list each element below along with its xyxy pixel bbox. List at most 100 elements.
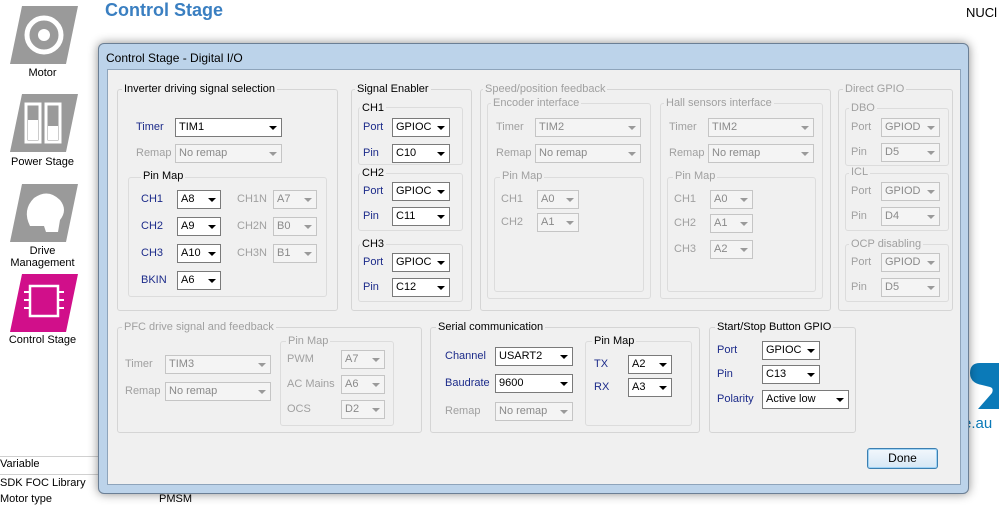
app-corner-text: NUCl — [966, 5, 998, 20]
hall-remap-select[interactable]: No remap — [708, 144, 814, 163]
inverter-ch2n-select[interactable]: B0 — [273, 217, 317, 236]
bkin-label: BKIN — [141, 274, 167, 286]
icl-port-select[interactable]: GPIOD — [881, 182, 940, 201]
dbo-pin-select[interactable]: D5 — [881, 143, 940, 162]
chevron-down-icon — [560, 382, 568, 386]
group-title: PFC drive signal and feedback — [122, 321, 276, 333]
hall-ch1-select[interactable]: A0 — [710, 190, 753, 209]
ch2-label: CH2 — [501, 216, 524, 228]
port-label: Port — [851, 185, 872, 197]
group-title: OCP disabling — [849, 238, 924, 250]
group-title: Start/Stop Button GPIO — [715, 321, 834, 333]
chevron-down-icon — [927, 286, 935, 290]
remap-label: Remap — [445, 405, 481, 417]
dbo-port-select[interactable]: GPIOD — [881, 118, 940, 137]
encoder-remap-select[interactable]: No remap — [535, 144, 641, 163]
inverter-ch3n-select[interactable]: B1 — [273, 244, 317, 263]
se-ch2-pin-select[interactable]: C11 — [392, 207, 450, 226]
pfc-remap-select[interactable]: No remap — [165, 382, 271, 401]
ocp-port-select[interactable]: GPIOD — [881, 253, 940, 272]
group-title: DBO — [849, 102, 877, 114]
pfc-pwm-select[interactable]: A7 — [341, 350, 385, 369]
chevron-down-icon — [927, 151, 935, 155]
channel-label: Channel — [445, 350, 486, 362]
port-label: Port — [363, 185, 384, 197]
inverter-ch2-select[interactable]: A9 — [177, 217, 221, 236]
hall-ch3-select[interactable]: A2 — [710, 240, 753, 259]
sidebar-item-control-stage[interactable]: Control Stage — [0, 268, 90, 350]
group-title: Signal Enabler — [355, 83, 431, 95]
sidebar-item-power-stage[interactable]: Power Stage — [0, 90, 90, 170]
chevron-down-icon — [437, 286, 445, 290]
chevron-down-icon — [659, 386, 667, 390]
power-stage-icon — [10, 94, 78, 152]
sidebar-item-label: Motor — [28, 67, 57, 79]
group-title: Speed/position feedback — [483, 83, 608, 95]
timer-label: Timer — [496, 121, 524, 133]
startstop-pin-select[interactable]: C13 — [762, 365, 820, 384]
serial-baudrate-select[interactable]: 9600 — [495, 374, 573, 393]
pin-label: Pin — [851, 281, 867, 293]
inverter-ch1n-select[interactable]: A7 — [273, 190, 317, 209]
se-ch3-pin-select[interactable]: C12 — [392, 278, 450, 297]
group-title: CH2 — [360, 167, 387, 179]
table-cell: PMSM — [159, 493, 192, 505]
chevron-down-icon — [628, 152, 636, 156]
serial-channel-select[interactable]: USART2 — [495, 347, 573, 366]
ch2-label: CH2 — [674, 217, 697, 229]
inverter-ch1-select[interactable]: A8 — [177, 190, 221, 209]
remap-label: Remap — [496, 147, 532, 159]
inverter-remap-select[interactable]: No remap — [175, 144, 282, 163]
chevron-down-icon — [566, 221, 574, 225]
pfc-acmains-select[interactable]: A6 — [341, 375, 385, 394]
inverter-timer-select[interactable]: TIM1 — [175, 118, 282, 137]
icl-pin-select[interactable]: D4 — [881, 207, 940, 226]
chevron-down-icon — [208, 252, 216, 256]
chevron-down-icon — [628, 126, 636, 130]
hall-timer-select[interactable]: TIM2 — [708, 118, 814, 137]
group-title: Direct GPIO — [843, 83, 907, 95]
chip-icon — [10, 274, 78, 332]
serial-remap-select[interactable]: No remap — [495, 402, 573, 421]
group-title: Encoder interface — [491, 97, 582, 109]
serial-tx-select[interactable]: A2 — [628, 355, 672, 374]
encoder-ch1-select[interactable]: A0 — [537, 190, 579, 209]
polarity-label: Polarity — [717, 393, 754, 405]
pfc-ocs-select[interactable]: D2 — [341, 400, 385, 419]
chevron-down-icon — [927, 190, 935, 194]
sidebar-item-label: Power Stage — [11, 156, 74, 168]
encoder-ch2-select[interactable]: A1 — [537, 213, 579, 232]
se-ch1-port-select[interactable]: GPIOC — [392, 118, 450, 137]
startstop-polarity-select[interactable]: Active low — [762, 390, 849, 409]
se-ch3-port-select[interactable]: GPIOC — [392, 253, 450, 272]
chevron-down-icon — [807, 349, 815, 353]
rx-label: RX — [594, 381, 610, 393]
chevron-down-icon — [372, 408, 380, 412]
hall-ch2-select[interactable]: A1 — [710, 214, 753, 233]
ch1n-label: CH1N — [237, 193, 267, 205]
chevron-down-icon — [566, 198, 574, 202]
ch2-label: CH2 — [141, 220, 164, 232]
pfc-timer-select[interactable]: TIM3 — [165, 355, 271, 374]
pwm-label: PWM — [287, 353, 314, 365]
ocp-pin-select[interactable]: D5 — [881, 278, 940, 297]
chevron-down-icon — [740, 222, 748, 226]
startstop-port-select[interactable]: GPIOC — [762, 341, 820, 360]
inverter-bkin-select[interactable]: A6 — [177, 271, 221, 290]
chevron-down-icon — [560, 410, 568, 414]
group-title: Pin Map — [286, 335, 331, 347]
motor-icon — [10, 6, 78, 64]
encoder-timer-select[interactable]: TIM2 — [535, 118, 641, 137]
se-ch2-port-select[interactable]: GPIOC — [392, 182, 450, 201]
sidebar-item-drive-management[interactable]: Drive Management — [0, 180, 90, 269]
se-ch1-pin-select[interactable]: C10 — [392, 144, 450, 163]
timer-label: Timer — [669, 121, 697, 133]
sidebar-item-motor[interactable]: Motor — [0, 0, 90, 84]
chevron-down-icon — [258, 390, 266, 394]
inverter-ch3-select[interactable]: A10 — [177, 244, 221, 263]
chevron-down-icon — [740, 248, 748, 252]
chevron-down-icon — [659, 363, 667, 367]
done-button[interactable]: Done — [867, 448, 938, 469]
remap-label: Remap — [136, 147, 172, 159]
serial-rx-select[interactable]: A3 — [628, 378, 672, 397]
